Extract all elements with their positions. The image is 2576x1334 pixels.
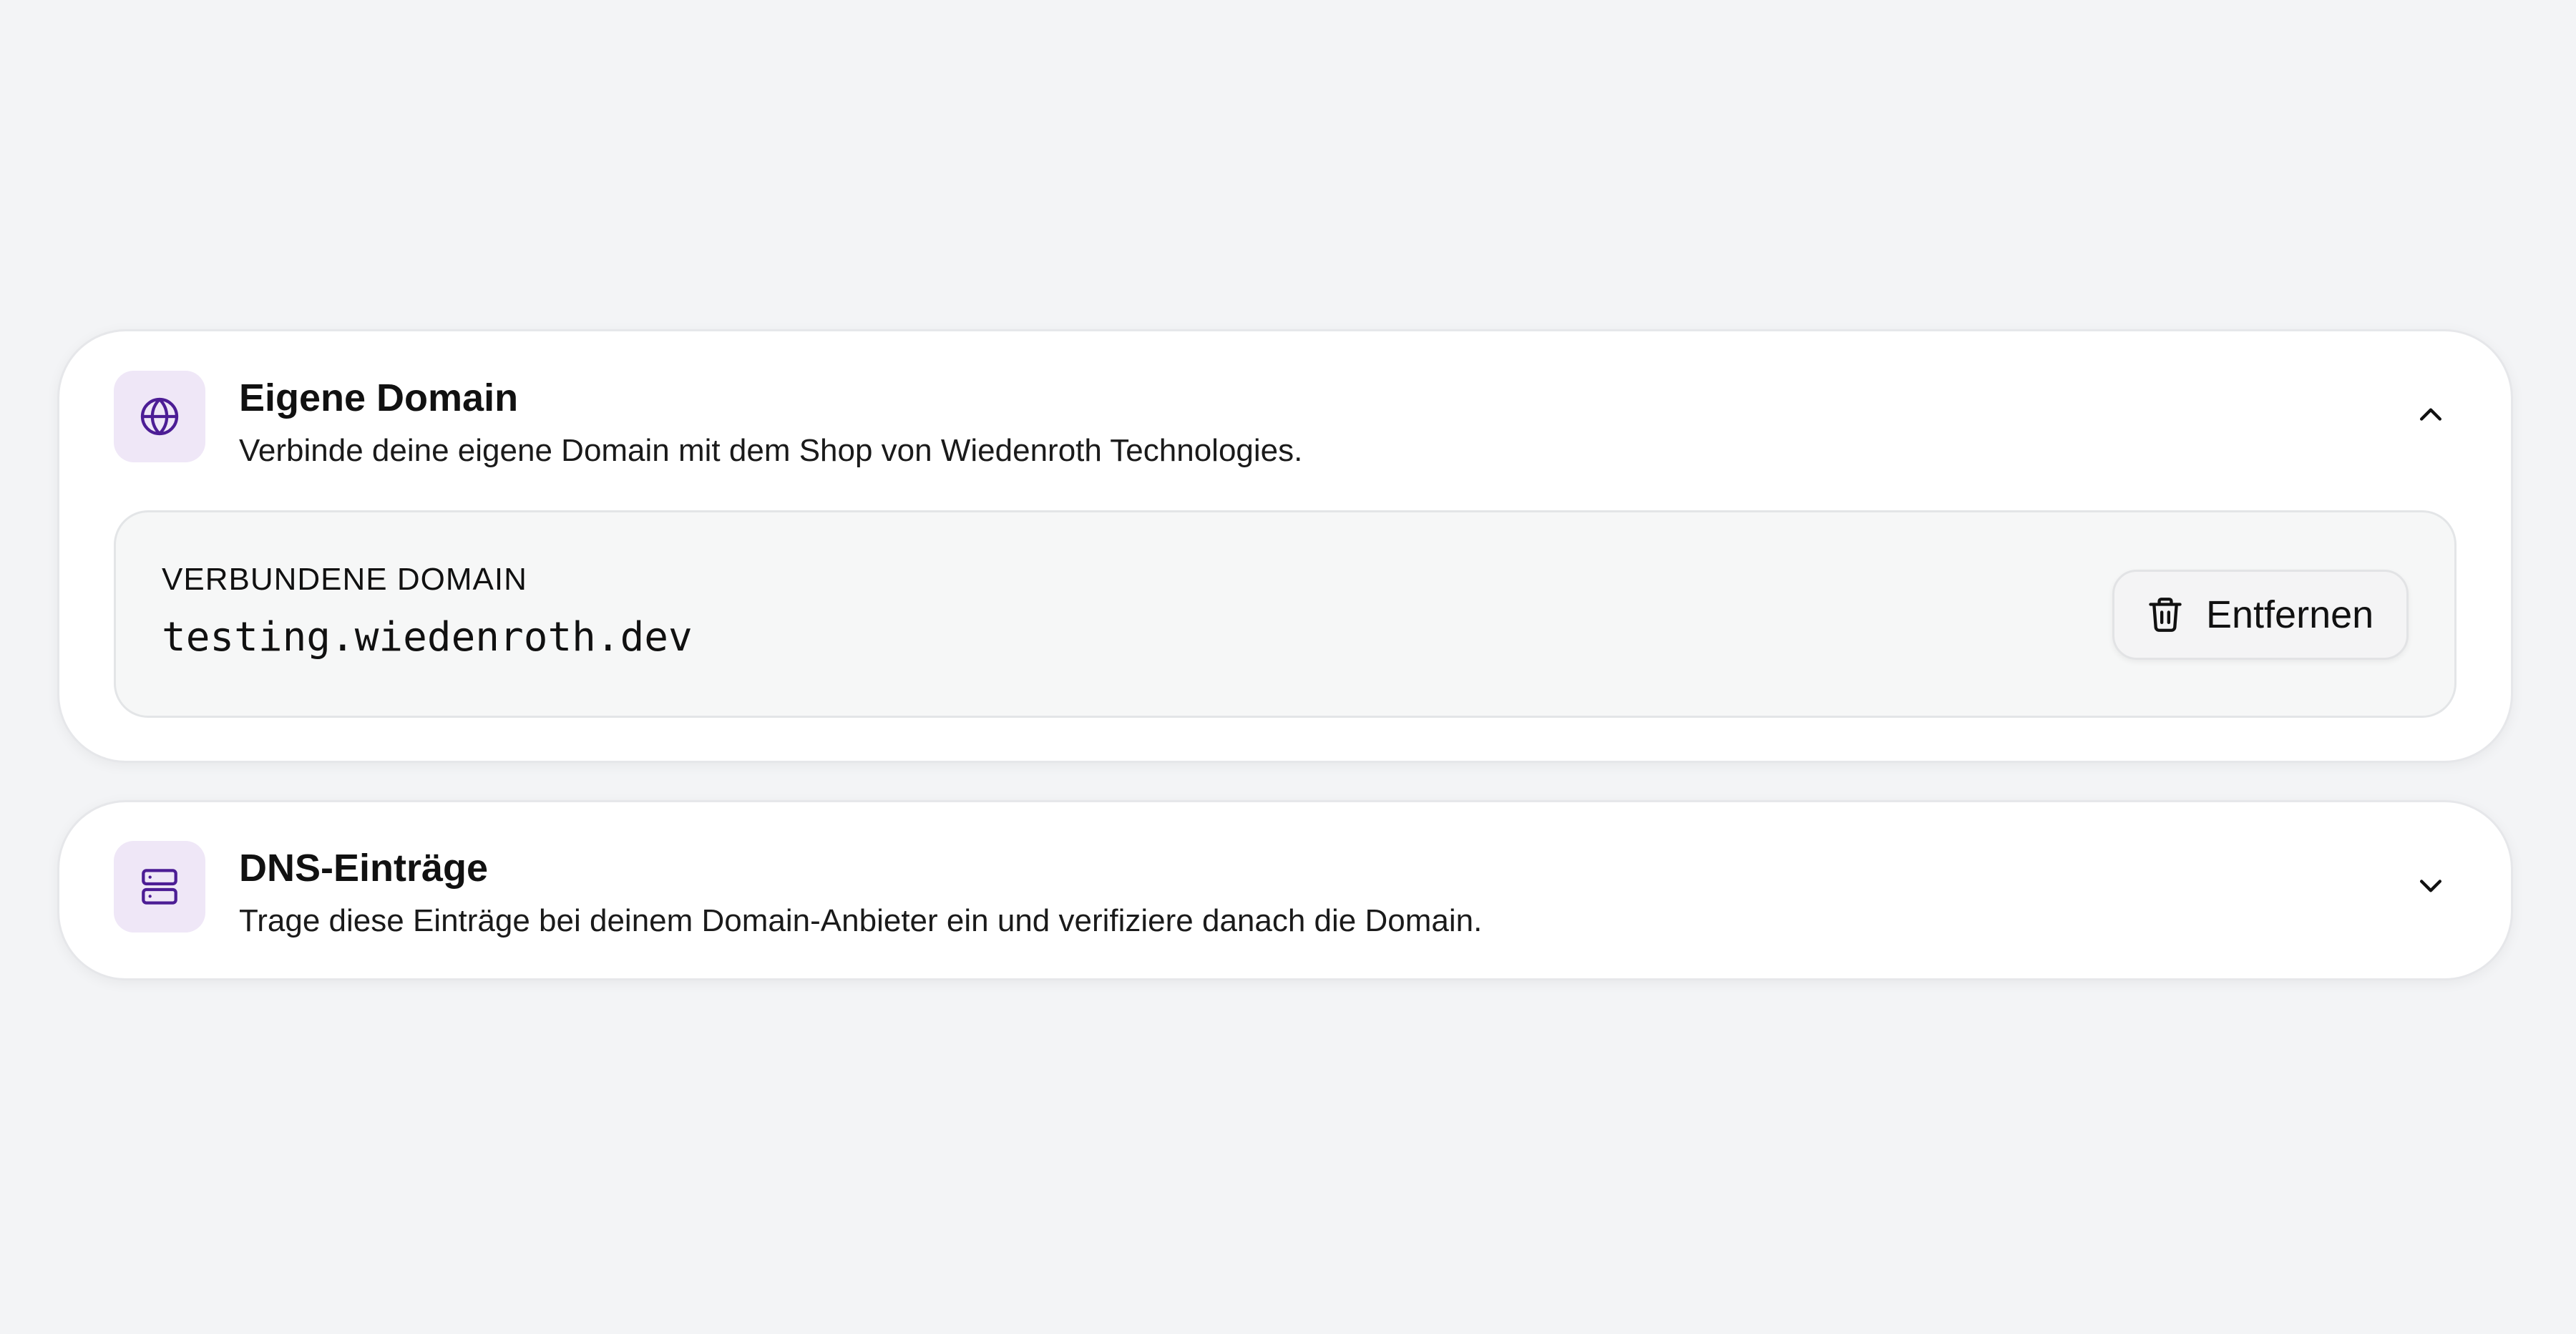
dns-records-title: DNS-Einträge — [239, 847, 489, 890]
trash-icon — [2149, 598, 2182, 632]
custom-domain-title: Eigene Domain — [239, 376, 519, 419]
custom-domain-header[interactable]: Eigene Domain Verbinde deine eigene Doma… — [114, 371, 2457, 468]
connected-domain-value: testing.wiedenroth.dev — [162, 614, 693, 661]
dns-records-header[interactable]: DNS-Einträge Trage diese Einträge bei de… — [114, 841, 2457, 938]
connected-domain-panel: VERBUNDENE DOMAIN testing.wiedenroth.dev… — [114, 510, 2457, 718]
dns-records-card: DNS-Einträge Trage diese Einträge bei de… — [57, 800, 2513, 980]
server-icon — [142, 869, 177, 905]
connected-domain-label: VERBUNDENE DOMAIN — [162, 562, 527, 597]
globe-icon-tile — [114, 371, 205, 462]
remove-domain-label: Entfernen — [2206, 593, 2374, 636]
dns-records-description: Trage diese Einträge bei deinem Domain-A… — [239, 903, 1483, 938]
custom-domain-description: Verbinde deine eigene Domain mit dem Sho… — [239, 433, 1303, 468]
custom-domain-card: Eigene Domain Verbinde deine eigene Doma… — [57, 329, 2513, 763]
globe-icon — [140, 397, 179, 436]
collapse-custom-domain-button[interactable] — [2405, 389, 2457, 441]
expand-dns-records-button[interactable] — [2405, 860, 2457, 911]
chevron-down-icon — [2419, 880, 2442, 892]
remove-domain-button[interactable]: Entfernen — [2112, 570, 2409, 660]
chevron-up-icon — [2419, 408, 2442, 421]
server-icon-tile — [114, 841, 205, 933]
